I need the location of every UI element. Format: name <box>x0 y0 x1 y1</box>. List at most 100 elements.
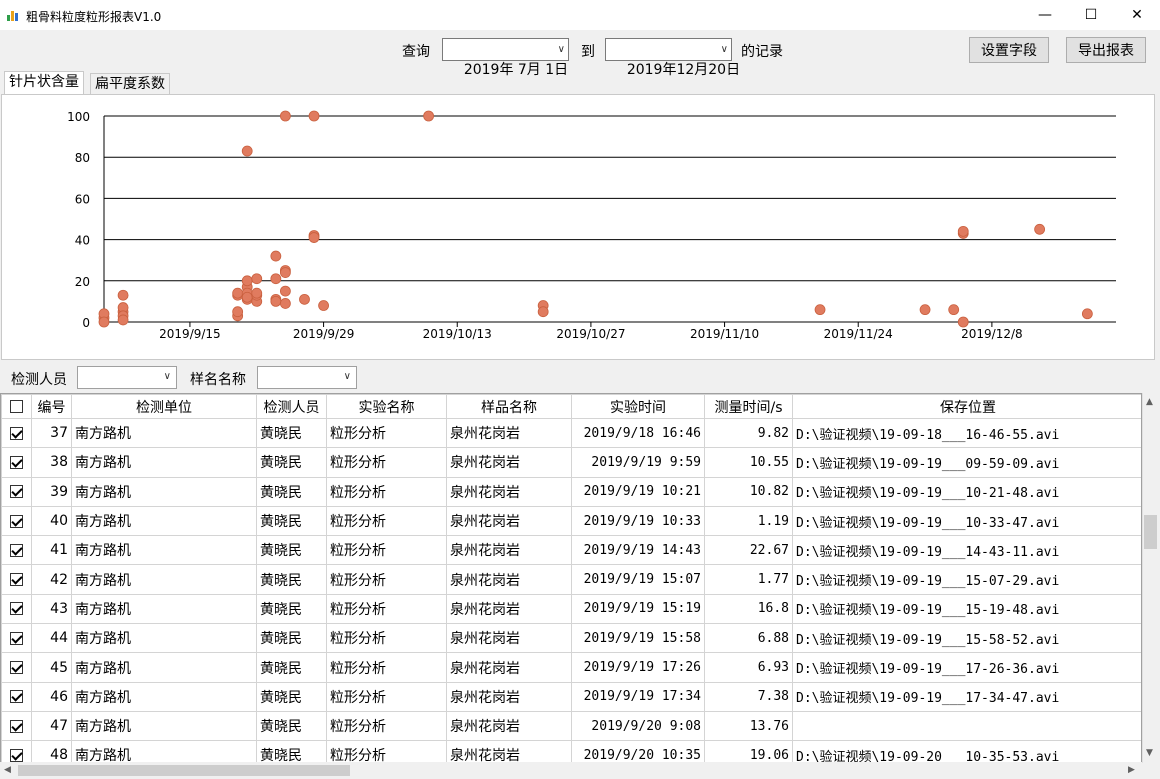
row-checkbox[interactable] <box>10 455 23 469</box>
table-row[interactable]: 47 南方路机 黄晓民 粒形分析 泉州花岗岩 2019/9/20 9:08 13.76 <box>1 710 1141 742</box>
row-checkbox[interactable] <box>10 426 23 440</box>
row-checkbox[interactable] <box>10 748 23 762</box>
vertical-scroll-thumb[interactable] <box>1144 515 1157 549</box>
table-row[interactable]: 38 南方路机 黄晓民 粒形分析 泉州花岗岩 2019/9/19 9:59 10.55 D:\… <box>1 447 1141 478</box>
table-row[interactable]: 41 南方路机 黄晓民 粒形分析 泉州花岗岩 2019/9/19 14:43 22.67 D:… <box>1 535 1141 566</box>
tab-flatness-coefficient[interactable]: 扁平度系数 <box>90 73 170 94</box>
table-row[interactable]: 42 南方路机 黄晓民 粒形分析 泉州花岗岩 2019/9/19 15:07 1.77 D:\… <box>1 564 1141 595</box>
data-point <box>537 306 549 318</box>
table-cell: 黄晓民 <box>256 593 327 625</box>
column-header[interactable]: 样品名称 <box>446 394 572 419</box>
tab-needle-flake-content[interactable]: 针片状含量 <box>4 71 84 95</box>
column-header[interactable]: 检测人员 <box>256 394 327 419</box>
tester-filter-select[interactable]: ∨ <box>77 366 177 389</box>
x-tick-label: 2019/11/10 <box>690 327 759 341</box>
table-row[interactable]: 37 南方路机 黄晓民 粒形分析 泉州花岗岩 2019/9/18 16:46 9.82 D:\… <box>1 417 1141 449</box>
table-cell: 粒形分析 <box>326 417 447 449</box>
column-header[interactable]: 实验时间 <box>571 394 705 419</box>
row-checkbox[interactable] <box>10 661 23 675</box>
table-cell: 黄晓民 <box>256 476 327 507</box>
y-tick-label: 60 <box>75 192 90 206</box>
to-date-value: 2019年12月20日 <box>626 62 741 78</box>
table-cell: 10.55 <box>704 447 793 478</box>
to-date-picker[interactable]: 2019年12月20日 ∨ <box>605 38 740 78</box>
close-button[interactable]: ✕ <box>1114 0 1160 30</box>
records-label: 的记录 <box>741 44 783 60</box>
table-cell: 16.8 <box>704 593 793 625</box>
app-window: 粗骨料粒度粒形报表V1.0 — ☐ ✕ 查询 2019年 7月 1日 ∨ 到 2… <box>0 0 1160 779</box>
row-checkbox[interactable] <box>10 573 23 587</box>
data-point <box>241 275 253 287</box>
horizontal-scroll-thumb[interactable] <box>18 765 350 776</box>
column-header[interactable]: 实验名称 <box>326 394 447 419</box>
table-cell: D:\验证视频\19-09-19___17-26-36.avi <box>792 652 1141 683</box>
select-all-checkbox[interactable] <box>10 400 23 413</box>
table-cell: 南方路机 <box>71 564 257 595</box>
maximize-button[interactable]: ☐ <box>1068 0 1114 30</box>
sample-filter-select[interactable]: ∨ <box>257 366 357 389</box>
row-checkbox-cell <box>1 623 32 654</box>
x-tick-label: 2019/12/8 <box>961 327 1023 341</box>
table-cell: 42 <box>31 564 72 595</box>
table-cell: 48 <box>31 740 72 762</box>
table-cell: 泉州花岗岩 <box>446 593 572 625</box>
table-row[interactable]: 39 南方路机 黄晓民 粒形分析 泉州花岗岩 2019/9/19 10:21 10.82 D:… <box>1 476 1141 507</box>
table-cell: 10.82 <box>704 476 793 507</box>
x-tick-label: 2019/10/27 <box>556 327 625 341</box>
table-cell: D:\验证视频\19-09-19___09-59-09.avi <box>792 447 1141 478</box>
y-tick-label: 80 <box>75 151 90 165</box>
minimize-button[interactable]: — <box>1022 0 1068 30</box>
table-cell: 黄晓民 <box>256 447 327 478</box>
table-row[interactable]: 44 南方路机 黄晓民 粒形分析 泉州花岗岩 2019/9/19 15:58 6.88 D:\… <box>1 623 1141 654</box>
chevron-down-icon[interactable]: ∨ <box>558 39 565 60</box>
table-cell: 37 <box>31 417 72 449</box>
column-header[interactable]: 测量时间/s <box>704 394 793 419</box>
row-checkbox[interactable] <box>10 485 23 499</box>
chart-panel: 0 20 40 60 80 100 2019/9/15 2019/9/29 2019/10/13… <box>1 94 1155 360</box>
row-checkbox[interactable] <box>10 543 23 557</box>
column-header[interactable]: 编号 <box>31 394 72 419</box>
table-cell: 2019/9/19 15:07 <box>571 564 705 595</box>
table-row[interactable]: 40 南方路机 黄晓民 粒形分析 泉州花岗岩 2019/9/19 10:33 1.19 D:\… <box>1 505 1141 537</box>
from-date-picker[interactable]: 2019年 7月 1日 ∨ <box>442 38 569 78</box>
scroll-down-arrow-icon[interactable]: ▼ <box>1146 748 1153 758</box>
row-checkbox[interactable] <box>10 690 23 704</box>
chevron-down-icon[interactable]: ∨ <box>164 371 171 382</box>
row-checkbox[interactable] <box>10 719 23 733</box>
data-point <box>98 316 110 328</box>
data-point <box>308 110 320 122</box>
export-report-button[interactable]: 导出报表 <box>1066 37 1146 63</box>
table-cell: D:\验证视频\19-09-19___15-58-52.avi <box>792 623 1141 654</box>
x-tick-label: 2019/10/13 <box>423 327 492 341</box>
table-cell: D:\验证视频\19-09-19___14-43-11.avi <box>792 535 1141 566</box>
table-cell: 泉州花岗岩 <box>446 447 572 478</box>
y-tick-label: 100 <box>67 110 90 124</box>
table-row[interactable]: 45 南方路机 黄晓民 粒形分析 泉州花岗岩 2019/9/19 17:26 6.93 D:\… <box>1 652 1141 683</box>
chevron-down-icon[interactable]: ∨ <box>721 39 728 60</box>
table-row[interactable]: 46 南方路机 黄晓民 粒形分析 泉州花岗岩 2019/9/19 17:34 7.38 D:\… <box>1 681 1141 712</box>
data-point <box>957 316 969 328</box>
table-row[interactable]: 43 南方路机 黄晓民 粒形分析 泉州花岗岩 2019/9/19 15:19 16.8 D:\… <box>1 593 1141 625</box>
select-all-header[interactable] <box>1 394 32 419</box>
table-cell: 南方路机 <box>71 740 257 762</box>
scroll-right-arrow-icon[interactable]: ▶ <box>1128 765 1135 775</box>
column-header[interactable]: 检测单位 <box>71 394 257 419</box>
row-checkbox[interactable] <box>10 514 23 528</box>
chevron-down-icon[interactable]: ∨ <box>344 371 351 382</box>
table-cell: 粒形分析 <box>326 535 447 566</box>
table-cell: 粒形分析 <box>326 623 447 654</box>
table-cell: 黄晓民 <box>256 505 327 537</box>
vertical-scrollbar[interactable] <box>1142 393 1159 763</box>
row-checkbox[interactable] <box>10 602 23 616</box>
row-checkbox[interactable] <box>10 631 23 645</box>
data-point <box>279 267 291 278</box>
column-header[interactable]: 保存位置 <box>792 394 1141 419</box>
scroll-left-arrow-icon[interactable]: ◀ <box>4 765 11 775</box>
table-cell: 南方路机 <box>71 447 257 478</box>
row-checkbox-cell <box>1 417 32 449</box>
table-cell: 46 <box>31 681 72 712</box>
scroll-up-arrow-icon[interactable]: ▲ <box>1146 397 1153 407</box>
table-row[interactable]: 48 南方路机 黄晓民 粒形分析 泉州花岗岩 2019/9/20 10:35 19.06 D:… <box>1 740 1141 762</box>
sample-filter-label: 样名名称 <box>190 372 246 388</box>
settings-fields-button[interactable]: 设置字段 <box>969 37 1049 63</box>
